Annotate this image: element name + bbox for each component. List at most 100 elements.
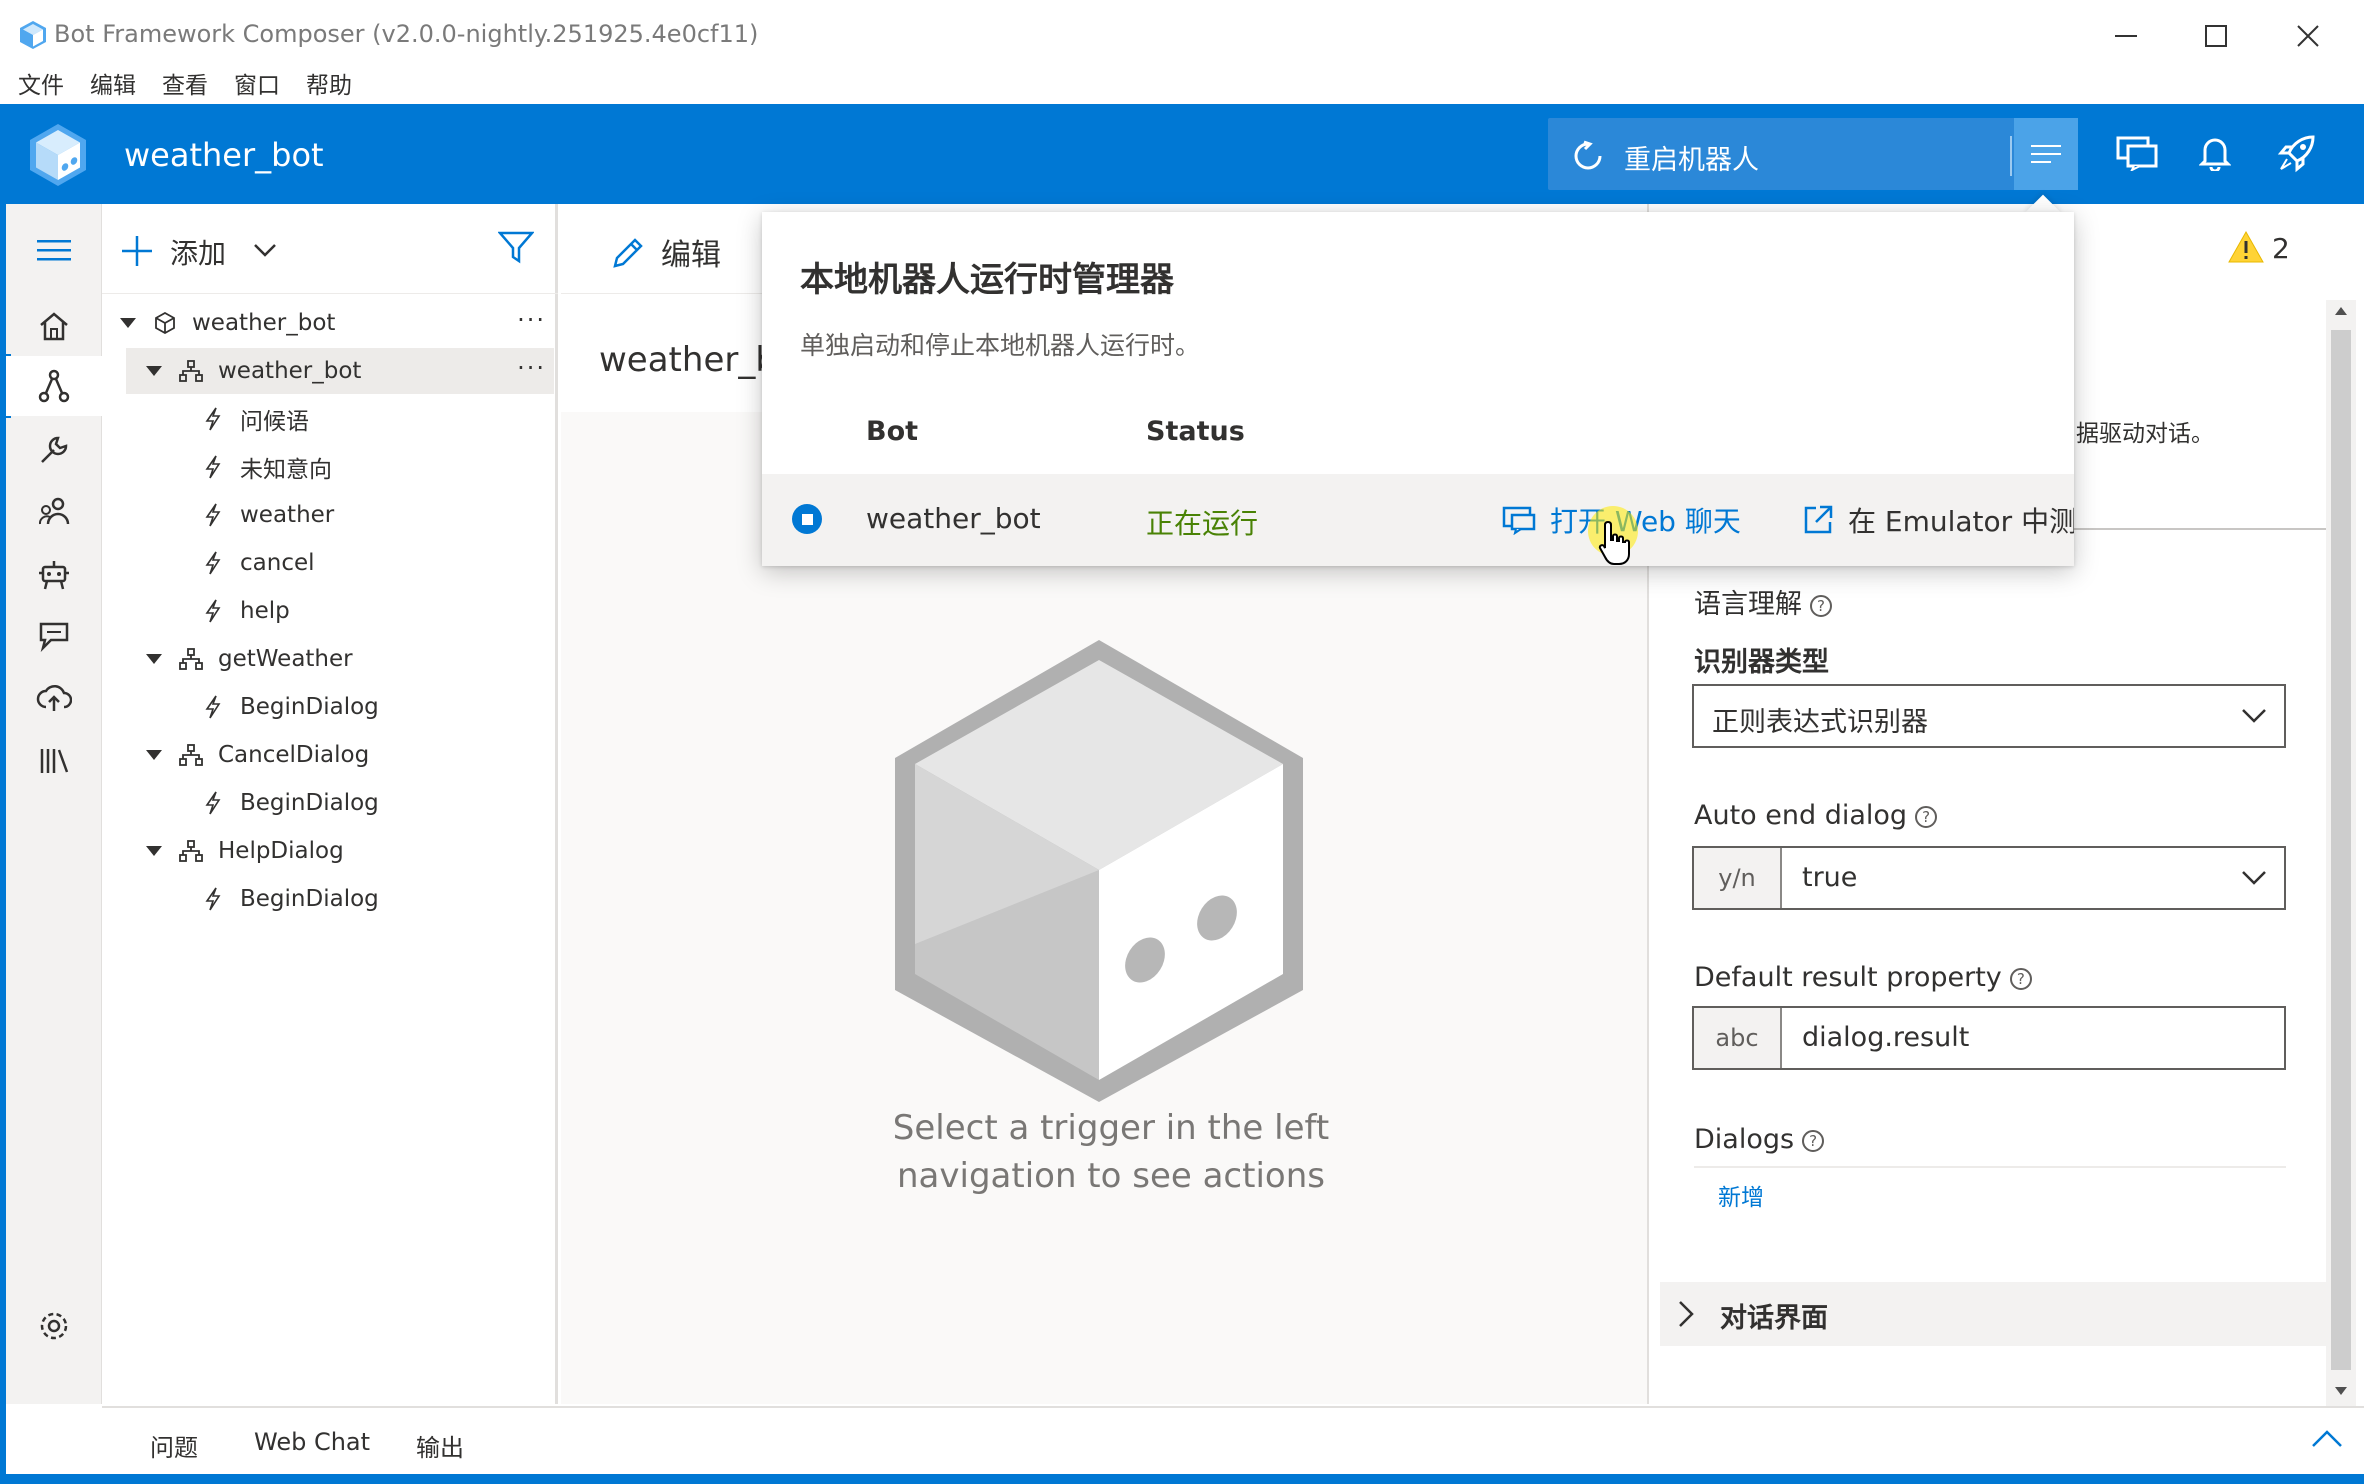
- lightning-icon: [200, 694, 226, 720]
- nav-bot-responses[interactable]: [6, 544, 102, 604]
- nav-home[interactable]: [6, 296, 102, 356]
- help-icon[interactable]: ?: [1810, 594, 1832, 617]
- menu-edit[interactable]: 编辑: [90, 66, 136, 100]
- close-icon: [2297, 25, 2319, 47]
- nav-design[interactable]: [6, 356, 102, 416]
- recognizer-type-dropdown[interactable]: 正则表达式识别器: [1692, 684, 2286, 748]
- chat-bubbles-icon: [37, 620, 71, 652]
- menu-file[interactable]: 文件: [18, 66, 64, 100]
- tree-item-label: cancel: [240, 550, 315, 576]
- nav-publish[interactable]: [6, 668, 102, 728]
- scroll-thumb[interactable]: [2331, 330, 2351, 1370]
- add-label: 添加: [170, 237, 227, 270]
- tree-item-bot[interactable]: weather_bot ···: [102, 300, 554, 346]
- popup-subtitle: 单独启动和停止本地机器人运行时。: [800, 331, 1201, 360]
- tree-item-label: 问候语: [240, 409, 309, 435]
- help-icon[interactable]: ?: [2009, 967, 2032, 990]
- edit-label: 编辑: [661, 238, 721, 273]
- test-in-emulator-label: 在 Emulator 中测试: [1848, 505, 2074, 538]
- app-header: weather_bot 重启机器人: [6, 104, 2364, 204]
- help-icon[interactable]: ?: [1802, 1129, 1825, 1152]
- tree-item-trigger[interactable]: help: [102, 588, 554, 634]
- tree-item-label: BeginDialog: [240, 790, 379, 816]
- menu-view[interactable]: 查看: [162, 66, 208, 100]
- tree-item-trigger[interactable]: BeginDialog: [102, 684, 554, 730]
- users-icon: [38, 496, 70, 528]
- dialog-tree-icon: [178, 838, 204, 864]
- hand-cursor-icon: [1598, 520, 1634, 566]
- tree-item-dialog[interactable]: weather_bot ···: [126, 348, 554, 394]
- tree-item-label: BeginDialog: [240, 694, 379, 720]
- wrench-icon: [38, 434, 70, 466]
- tab-problems[interactable]: 问题: [150, 1428, 198, 1463]
- tree-item-trigger[interactable]: 问候语: [102, 396, 554, 442]
- add-button[interactable]: 添加: [118, 226, 278, 274]
- help-icon[interactable]: ?: [1915, 805, 1938, 828]
- nav-users[interactable]: [6, 482, 102, 542]
- chat-button[interactable]: [2112, 128, 2162, 178]
- language-understanding-text: 语言理解: [1694, 589, 1802, 620]
- filter-button[interactable]: [498, 230, 538, 270]
- dialog-tree-icon: [178, 646, 204, 672]
- tree-item-label: weather: [240, 502, 335, 528]
- warning-count[interactable]: 2: [2272, 232, 2290, 265]
- warning-icon[interactable]: [2228, 230, 2268, 270]
- nav-settings[interactable]: [6, 1296, 102, 1356]
- test-in-emulator-link[interactable]: 在 Emulator 中测试: [1802, 498, 2074, 542]
- tree-item-dialog[interactable]: getWeather: [102, 636, 554, 682]
- tree-item-trigger[interactable]: BeginDialog: [102, 780, 554, 826]
- caret-down-icon[interactable]: [144, 841, 164, 861]
- caret-down-icon[interactable]: [144, 361, 164, 381]
- edit-menu-button[interactable]: 编辑: [611, 228, 771, 276]
- tree-item-trigger[interactable]: 未知意向: [102, 444, 554, 490]
- nav-configure[interactable]: [6, 420, 102, 480]
- more-options-icon[interactable]: ···: [517, 354, 546, 382]
- dialog-interface-section[interactable]: 对话界面: [1660, 1282, 2326, 1346]
- tree-item-dialog[interactable]: HelpDialog: [102, 828, 554, 874]
- caret-down-icon[interactable]: [144, 649, 164, 669]
- dialog-tree-icon: [178, 358, 204, 384]
- tab-web-chat[interactable]: Web Chat: [254, 1428, 370, 1456]
- notifications-button[interactable]: [2190, 128, 2240, 178]
- nav-knowledge[interactable]: [6, 606, 102, 666]
- default-result-property-input[interactable]: abc dialog.result: [1692, 1006, 2286, 1070]
- tree-item-trigger[interactable]: BeginDialog: [102, 876, 554, 922]
- tab-output[interactable]: 输出: [416, 1428, 464, 1463]
- dialogs-divider: [1694, 1166, 2286, 1168]
- nav-packages[interactable]: [6, 730, 102, 790]
- nav-menu-toggle[interactable]: [6, 220, 102, 280]
- restart-bot-button[interactable]: 重启机器人: [1548, 118, 2030, 190]
- menu-window[interactable]: 窗口: [234, 66, 280, 100]
- runtime-manager-toggle[interactable]: [2014, 118, 2078, 190]
- maximize-button[interactable]: [2186, 12, 2246, 60]
- restart-bot-label: 重启机器人: [1624, 145, 1759, 176]
- scroll-down-arrow-icon[interactable]: [2334, 1386, 2348, 1396]
- chevron-up-icon[interactable]: [2312, 1430, 2342, 1448]
- stop-bot-button[interactable]: [792, 504, 822, 534]
- minimize-icon: [2115, 34, 2137, 38]
- auto-end-dialog-dropdown[interactable]: y/n true: [1692, 846, 2286, 910]
- app-logo-icon: [18, 20, 48, 50]
- tree-item-trigger[interactable]: cancel: [102, 540, 554, 586]
- caret-down-icon[interactable]: [144, 745, 164, 765]
- tree-item-dialog[interactable]: CancelDialog: [102, 732, 554, 778]
- list-icon: [2031, 143, 2061, 165]
- caret-down-icon[interactable]: [118, 313, 138, 333]
- minimize-button[interactable]: [2096, 12, 2156, 60]
- lightning-icon: [200, 406, 226, 432]
- scroll-up-arrow-icon[interactable]: [2334, 306, 2348, 316]
- left-nav-rail: [6, 204, 102, 1404]
- tree-item-label: CancelDialog: [218, 742, 370, 768]
- empty-state-line-2: navigation to see actions: [897, 1156, 1325, 1196]
- add-dialog-link[interactable]: 新增: [1718, 1178, 1764, 1212]
- plus-icon: [122, 236, 152, 266]
- dialog-interface-label: 对话界面: [1720, 1303, 1828, 1334]
- recognizer-type-label: 识别器类型: [1694, 647, 1829, 678]
- close-button[interactable]: [2278, 12, 2338, 60]
- tree-item-trigger[interactable]: weather: [102, 492, 554, 538]
- publish-button[interactable]: [2272, 128, 2322, 178]
- lightning-icon: [200, 598, 226, 624]
- recognizer-type-value: 正则表达式识别器: [1712, 707, 1928, 738]
- menu-help[interactable]: 帮助: [306, 66, 352, 100]
- more-options-icon[interactable]: ···: [517, 306, 546, 334]
